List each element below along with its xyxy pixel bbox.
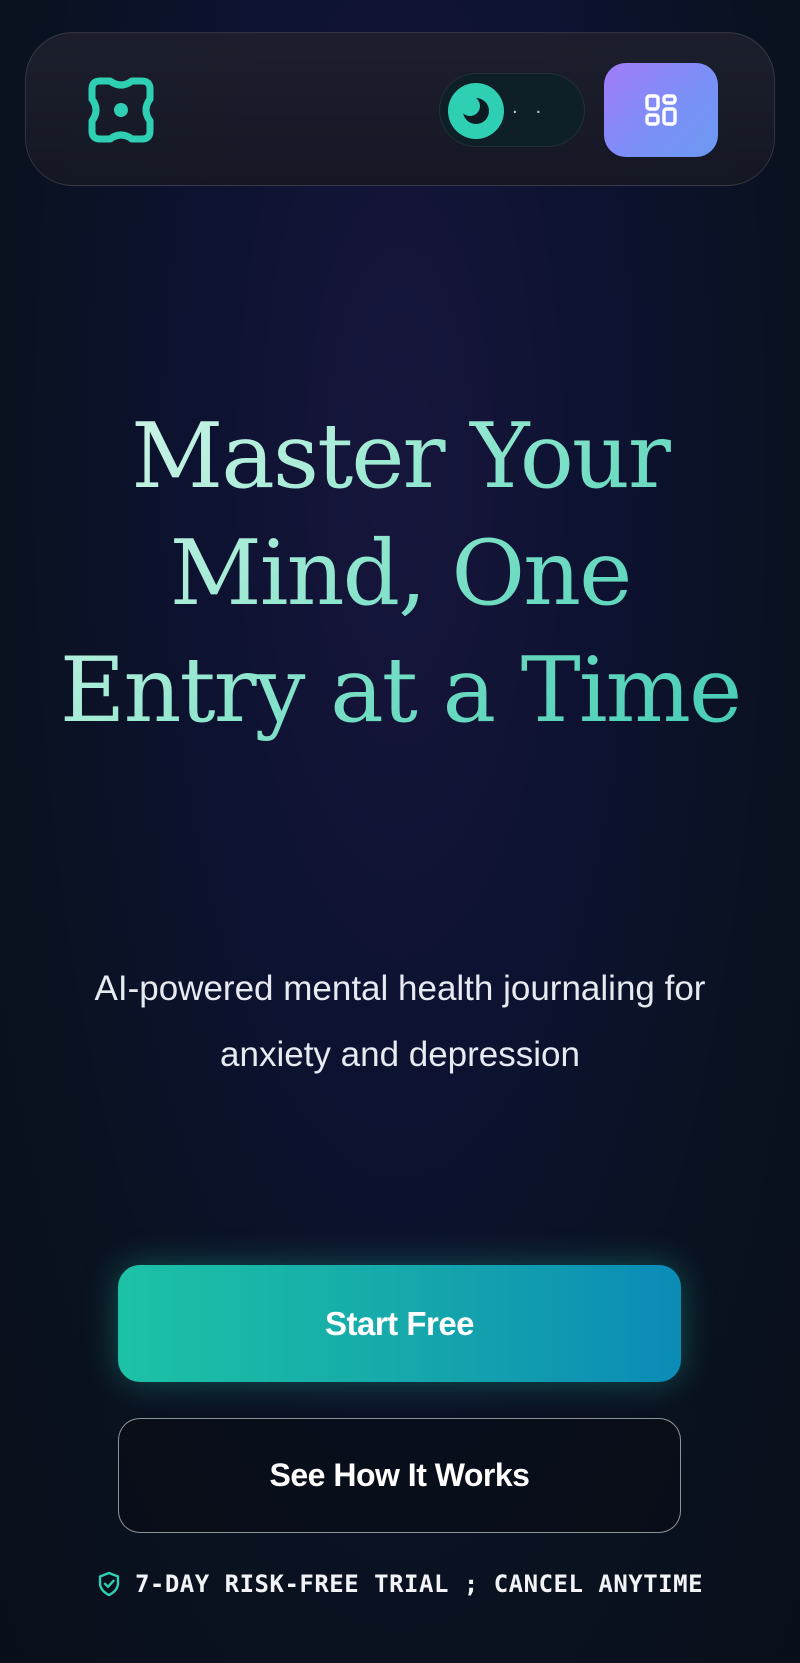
theme-toggle[interactable]: · · [439, 73, 585, 147]
headline-line-2: Mind, One [169, 521, 631, 626]
hero-headline: Master Your Mind, One Entry at a Time [0, 398, 800, 749]
headline-line-1: Master Your [131, 404, 669, 509]
headline-line-3: Entry at a Time [59, 638, 741, 743]
toggle-knob [448, 83, 504, 139]
start-free-button[interactable]: Start Free [118, 1265, 681, 1382]
trial-note: 7-DAY RISK-FREE TRIAL ; CANCEL ANYTIME [0, 1570, 800, 1598]
trial-text: 7-DAY RISK-FREE TRIAL ; CANCEL ANYTIME [134, 1570, 704, 1598]
see-how-it-works-button[interactable]: See How It Works [118, 1418, 681, 1533]
grid-menu-icon [645, 94, 677, 126]
focus-scan-logo-icon[interactable] [86, 75, 156, 145]
moon-icon [460, 96, 489, 124]
toggle-dots: · · [512, 102, 548, 123]
menu-button[interactable] [604, 63, 718, 157]
top-header: · · [25, 32, 775, 186]
hero-subheadline: AI-powered mental health journaling for … [94, 969, 706, 1074]
shield-check-icon [98, 1571, 120, 1597]
